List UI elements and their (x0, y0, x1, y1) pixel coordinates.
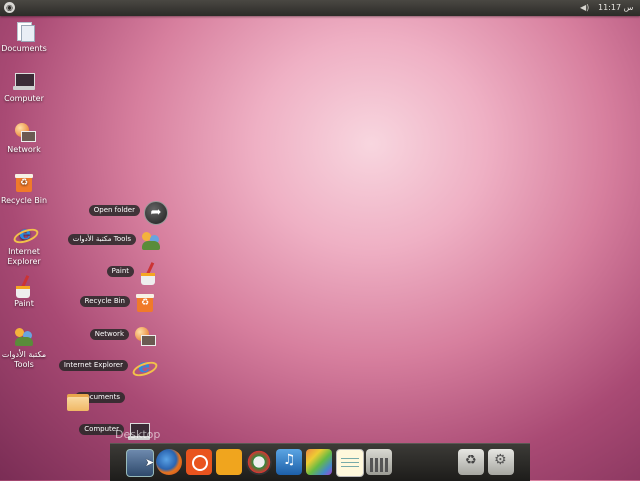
paint-palette-icon[interactable] (306, 449, 332, 475)
recycle-bin-icon: ♻ (134, 292, 160, 318)
desktop-icon-tools[interactable]: مكتبة الأدوات Tools (0, 326, 48, 370)
itunes-icon[interactable] (276, 449, 302, 475)
stack-item-label: مكتبة الأدوات Tools (67, 234, 136, 245)
stack-item-internet-explorer[interactable]: Internet Explorer e (50, 356, 160, 380)
dock (110, 443, 530, 481)
tools-icon (13, 326, 35, 348)
desktop-icon-network[interactable]: Network (0, 121, 48, 155)
desktop-icon-recycle-bin[interactable]: ♻ Recycle Bin (0, 172, 48, 206)
ubuntu-icon[interactable] (186, 449, 212, 475)
people-icon[interactable] (216, 449, 242, 475)
stack-item-label: Paint (106, 266, 134, 277)
desktop-icon-label: Paint (14, 299, 34, 308)
stack-caption: Desktop (115, 428, 161, 441)
stack-item-network[interactable]: Network (75, 325, 159, 346)
desktop-icon-label: Network (7, 145, 41, 154)
desktop-icon-label: Computer (4, 94, 44, 103)
stack-item-label: Open folder (88, 205, 140, 216)
tools-icon (140, 230, 166, 256)
settings-gear-icon[interactable] (488, 449, 514, 475)
top-panel: ◉ ◀) س 11:17 (0, 0, 640, 16)
recycle-bin-icon: ♻ (13, 172, 35, 194)
stack-item-tools[interactable]: مكتبة الأدوات Tools (60, 230, 166, 250)
desktop-icon-label: مكتبة الأدوات Tools (1, 350, 47, 369)
stack-item-recycle-bin[interactable]: Recycle Bin ♻ (70, 292, 160, 312)
network-icon (133, 325, 159, 351)
desktop-icon-documents[interactable]: Documents (0, 20, 48, 54)
stack-item-label: Internet Explorer (58, 360, 128, 371)
paint-icon (13, 275, 35, 298)
desktop-icon-label: Documents (1, 44, 47, 53)
network-icon (13, 121, 36, 143)
internet-explorer-icon: e (11, 223, 41, 247)
desktop-icon-internet-explorer[interactable]: e Internet Explorer (0, 223, 48, 267)
volume-icon[interactable]: ◀) (580, 3, 590, 13)
notepad-icon[interactable] (336, 449, 364, 477)
paint-icon (138, 262, 164, 288)
computer-icon (13, 70, 35, 92)
stack-item-open-folder[interactable]: Open folder ➦ (80, 201, 170, 225)
desktop-icon-computer[interactable]: Computer (0, 70, 48, 104)
firefox-icon[interactable] (156, 449, 182, 475)
recycle-icon[interactable] (458, 449, 484, 475)
mouse-cursor-icon: ➤ (145, 456, 155, 469)
stack-item-label: Network (89, 329, 129, 340)
stack-item-paint[interactable]: Paint (90, 262, 164, 285)
documents-icon (13, 20, 35, 42)
app-icon[interactable] (246, 449, 272, 475)
desktop-icon-label: Recycle Bin (0, 196, 48, 205)
desktop-icon-paint[interactable]: Paint (0, 275, 48, 309)
desktop-icon-label: Internet Explorer (7, 247, 41, 266)
clock[interactable]: س 11:17 (598, 3, 633, 12)
system-menu-icon[interactable]: ◉ (4, 2, 15, 13)
stack-item-label: Recycle Bin (79, 296, 130, 307)
stack-item-documents[interactable]: Documents (65, 388, 155, 411)
folder-icon (65, 388, 91, 414)
open-folder-icon: ➦ (144, 201, 168, 225)
calculator-icon[interactable] (366, 449, 392, 475)
internet-explorer-icon: e (130, 356, 160, 382)
